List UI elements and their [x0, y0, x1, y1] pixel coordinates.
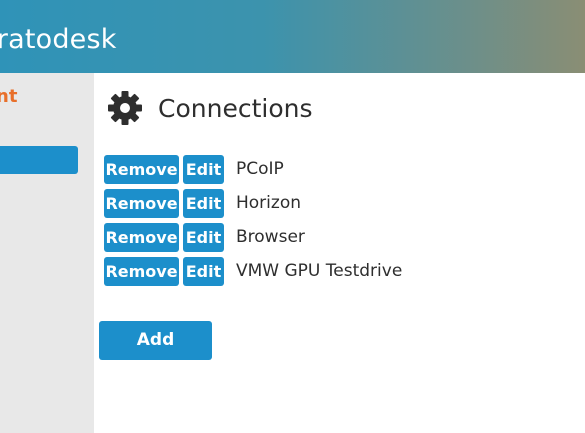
- remove-button[interactable]: Remove: [104, 188, 179, 218]
- list-item: Remove Edit Browser: [104, 222, 402, 252]
- connection-name: VMW GPU Testdrive: [236, 261, 403, 281]
- remove-button[interactable]: Remove: [104, 222, 179, 252]
- connection-name: PCoIP: [236, 159, 284, 179]
- edit-button[interactable]: Edit: [183, 188, 224, 218]
- connection-name: Browser: [236, 227, 305, 247]
- sidebar-user-label[interactable]: nt: [0, 86, 17, 107]
- gear-icon: [108, 91, 142, 125]
- add-connection-button[interactable]: Add: [99, 321, 212, 360]
- list-item: Remove Edit Horizon: [104, 188, 402, 218]
- list-item: Remove Edit VMW GPU Testdrive: [104, 256, 402, 286]
- app-header: tratodesk: [0, 0, 585, 73]
- edit-button[interactable]: Edit: [183, 256, 224, 286]
- page-title: Connections: [158, 93, 313, 123]
- edit-button[interactable]: Edit: [183, 222, 224, 252]
- connection-name: Horizon: [236, 193, 301, 213]
- sidebar: nt: [0, 73, 94, 433]
- edit-button[interactable]: Edit: [183, 154, 224, 184]
- remove-button[interactable]: Remove: [104, 256, 179, 286]
- brand-logo-text[interactable]: tratodesk: [0, 24, 117, 55]
- list-item: Remove Edit PCoIP: [104, 154, 402, 184]
- remove-button[interactable]: Remove: [104, 154, 179, 184]
- page-header: Connections: [107, 90, 312, 126]
- sidebar-item-active[interactable]: [0, 146, 78, 174]
- connection-list: Remove Edit PCoIP Remove Edit Horizon Re…: [104, 154, 402, 290]
